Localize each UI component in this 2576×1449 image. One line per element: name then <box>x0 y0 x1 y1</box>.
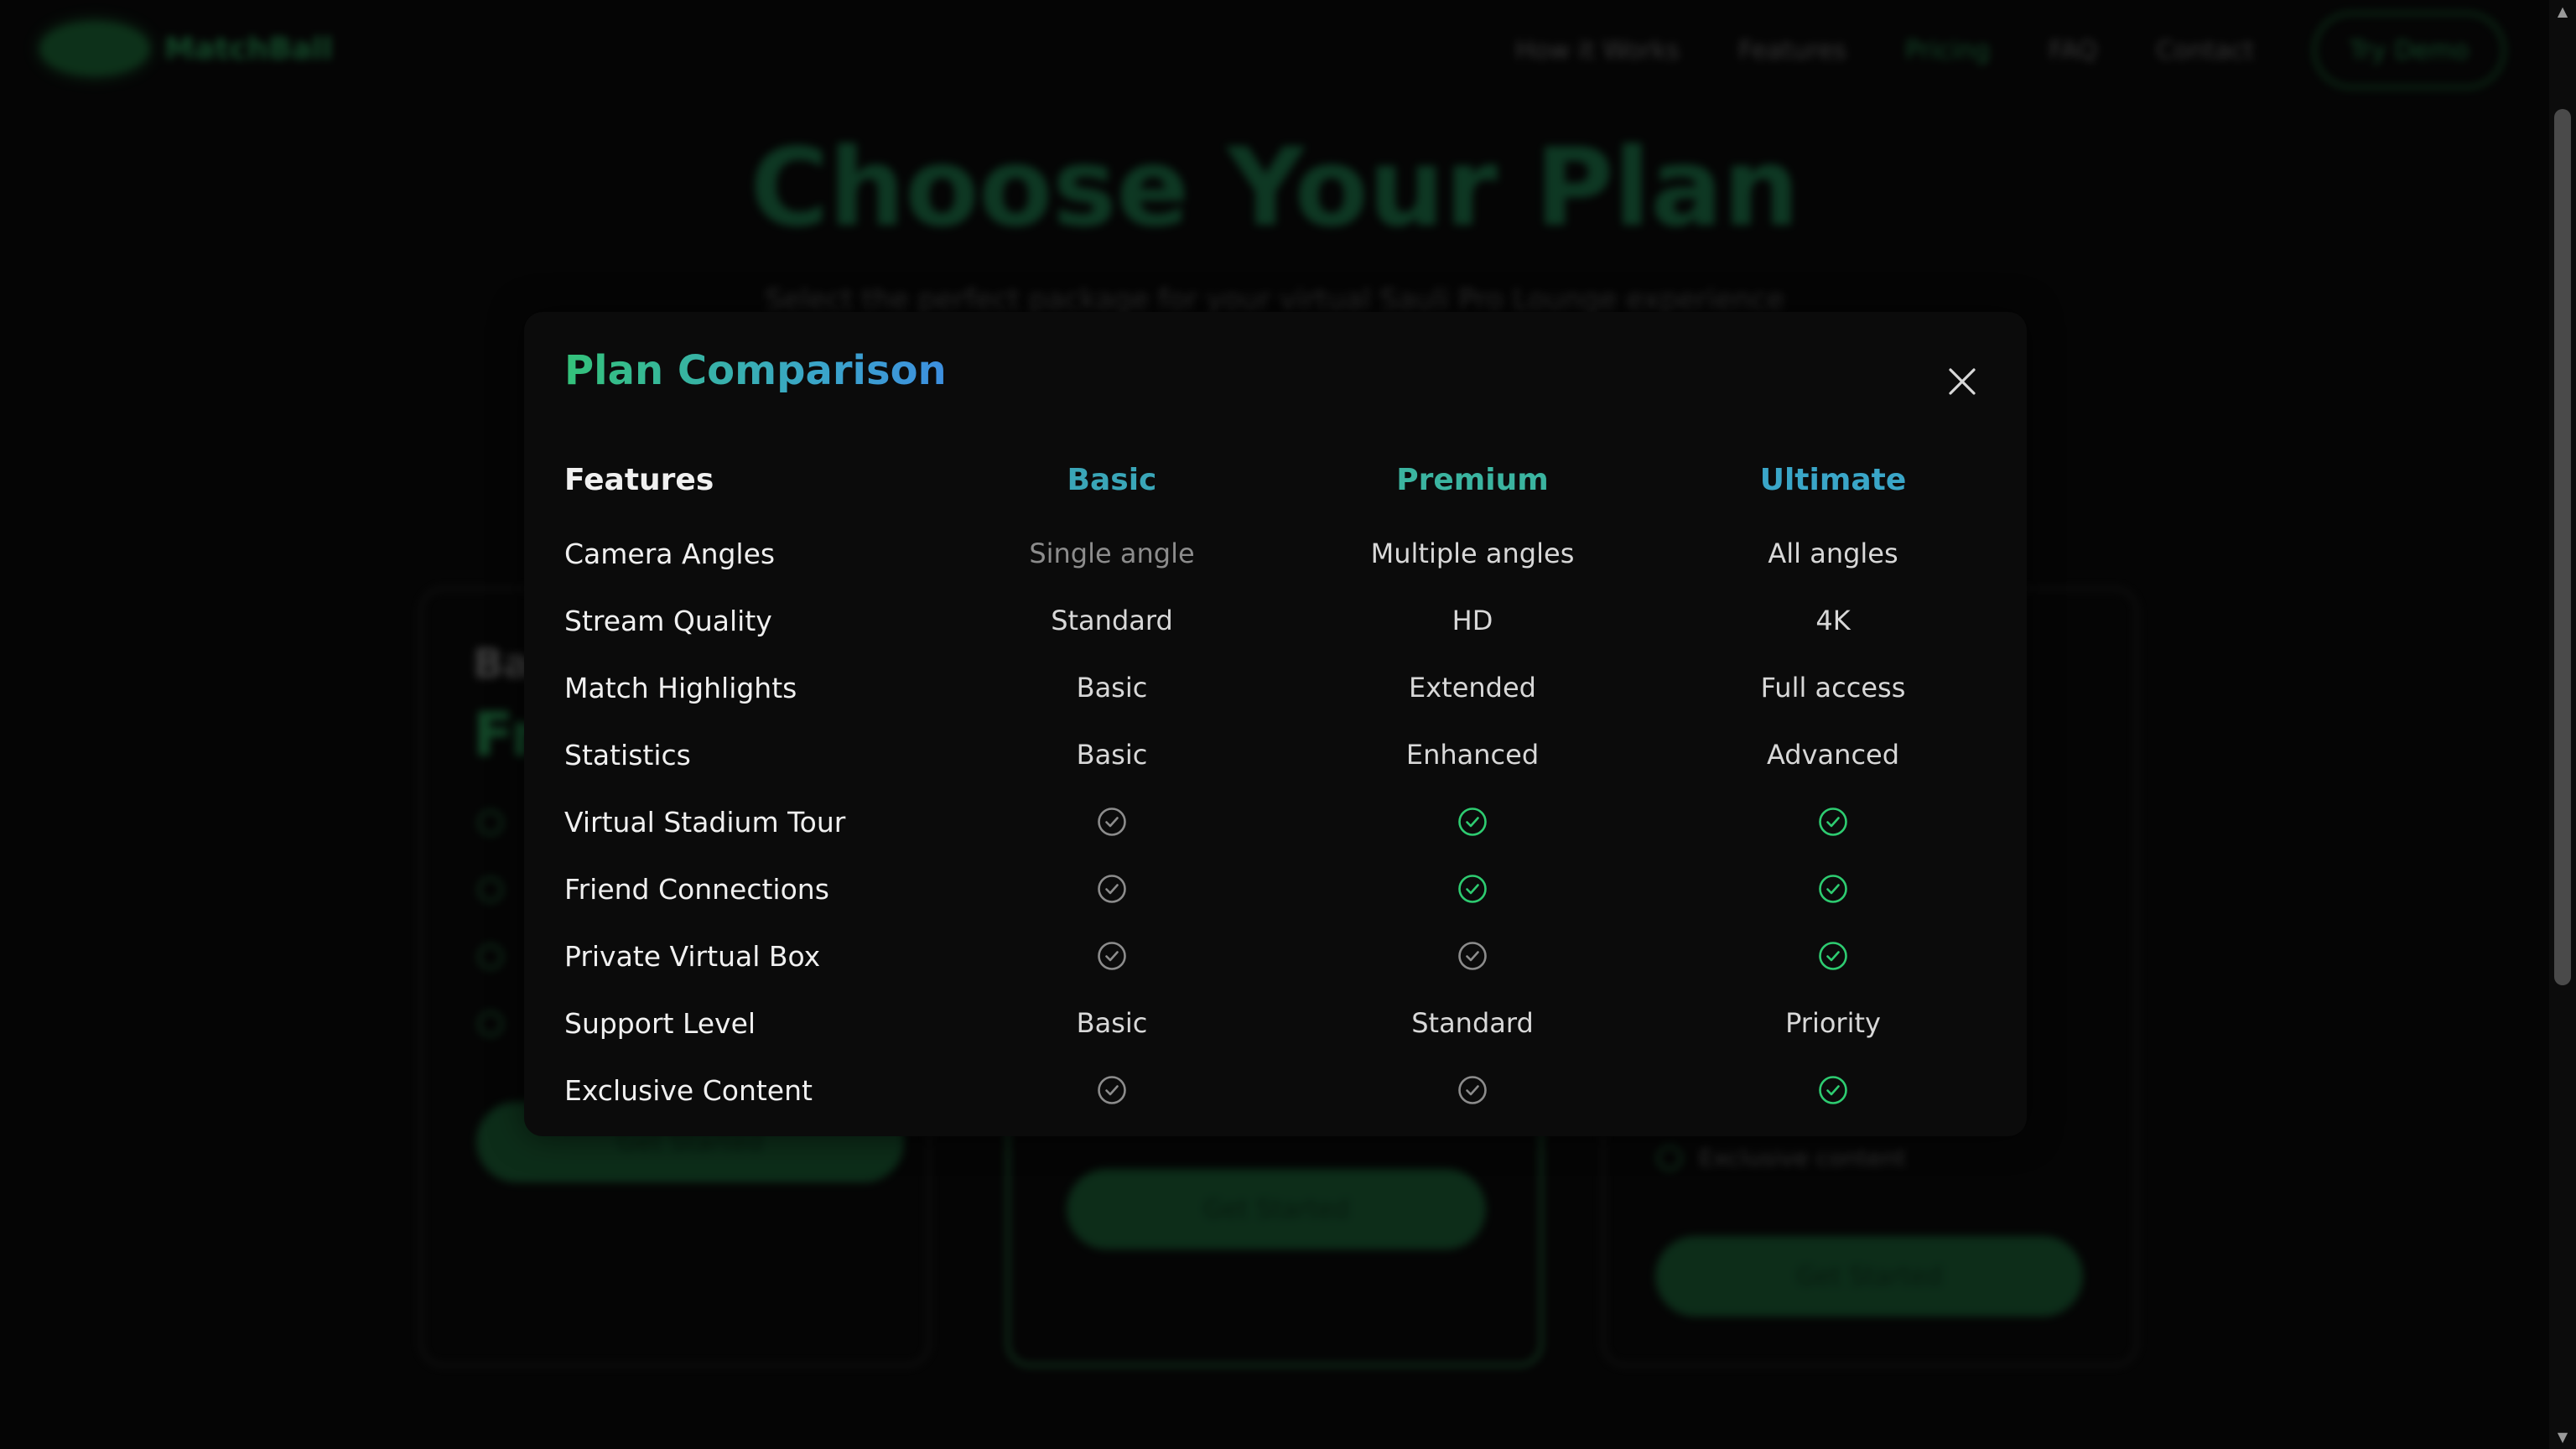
table-row: Support Level Basic Standard Priority <box>564 989 2013 1057</box>
check-circle-inactive-icon <box>1098 808 1126 836</box>
plan-check-premium <box>1292 807 1653 837</box>
feature-name: Exclusive Content <box>564 1073 813 1107</box>
table-row: Private Virtual Box <box>564 922 2013 989</box>
feature-name: Match Highlights <box>564 671 797 704</box>
plan-value-premium: HD <box>1452 605 1493 636</box>
check-circle-active-icon <box>1458 808 1487 836</box>
plan-value-premium: Multiple angles <box>1370 538 1575 569</box>
plan-value-basic: Basic <box>1076 739 1148 771</box>
brand-name: MatchBall <box>164 31 333 66</box>
logo[interactable]: MatchBall <box>40 22 333 75</box>
plan-check-basic <box>932 1075 1292 1105</box>
nav-links: How it Works Features Pricing FAQ Contac… <box>1515 12 2506 89</box>
close-button[interactable] <box>1941 361 1983 402</box>
plan-check-basic <box>932 941 1292 971</box>
plan-value-premium: Standard <box>1411 1007 1534 1039</box>
scroll-down-arrow-icon[interactable]: ▼ <box>2549 1426 2576 1449</box>
table-body: Camera Angles Single angle Multiple angles… <box>564 520 2013 1124</box>
nav-link-features[interactable]: Features <box>1738 36 1846 65</box>
nav-link-how-it-works[interactable]: How it Works <box>1515 36 1680 65</box>
plan-value-ultimate: Advanced <box>1766 739 1900 771</box>
table-row: Virtual Stadium Tour <box>564 788 2013 855</box>
plan-check-premium <box>1292 941 1653 971</box>
check-circle-inactive-icon <box>1098 1076 1126 1104</box>
get-started-button[interactable]: Get Started <box>1067 1169 1486 1249</box>
feature-check-icon <box>478 1011 503 1036</box>
feature-name: Private Virtual Box <box>564 939 821 973</box>
plan-check-ultimate <box>1653 1075 2013 1105</box>
plan-comparison-modal: Plan Comparison Features Basic Premium U… <box>524 312 2027 1136</box>
plan-value-basic: Standard <box>1051 605 1173 636</box>
plan-value-basic: Basic <box>1076 672 1148 704</box>
check-circle-inactive-icon <box>1458 1076 1487 1104</box>
modal-title: Plan Comparison <box>564 347 947 394</box>
table-row: Exclusive Content <box>564 1057 2013 1124</box>
plan-check-ultimate <box>1653 941 2013 971</box>
feature-name: Statistics <box>564 738 691 771</box>
scroll-thumb[interactable] <box>2554 109 2571 985</box>
table-row: Match Highlights Basic Extended Full access <box>564 654 2013 721</box>
nav-link-faq[interactable]: FAQ <box>2049 36 2097 65</box>
check-circle-inactive-icon <box>1098 875 1126 903</box>
check-circle-inactive-icon <box>1458 942 1487 970</box>
check-circle-active-icon <box>1819 942 1847 970</box>
plan-value-basic: Single angle <box>1029 538 1195 569</box>
table-row: Stream Quality Standard HD 4K <box>564 587 2013 654</box>
top-nav: MatchBall How it Works Features Pricing … <box>0 0 2549 101</box>
plan-value-ultimate: Priority <box>1785 1007 1881 1039</box>
plan-check-premium <box>1292 874 1653 904</box>
feature-check-icon <box>478 877 503 902</box>
feature-check-icon <box>1657 1145 1682 1171</box>
plan-value-basic: Basic <box>1076 1007 1148 1039</box>
check-circle-active-icon <box>1458 875 1487 903</box>
feature-name: Support Level <box>564 1006 756 1040</box>
check-circle-active-icon <box>1819 875 1847 903</box>
nav-link-pricing[interactable]: Pricing <box>1905 36 1990 65</box>
plan-value-ultimate: Full access <box>1760 672 1906 704</box>
nav-link-contact[interactable]: Contact <box>2156 36 2254 65</box>
feature-name: Friend Connections <box>564 872 829 906</box>
plan-column-header-ultimate: Ultimate <box>1759 462 1907 497</box>
plan-column-header-basic: Basic <box>1067 462 1157 497</box>
plan-check-ultimate <box>1653 874 2013 904</box>
check-circle-active-icon <box>1819 1076 1847 1104</box>
plan-check-basic <box>932 807 1292 837</box>
feature-name: Stream Quality <box>564 604 772 637</box>
table-header-row: Features Basic Premium Ultimate <box>564 439 2013 520</box>
plan-check-premium <box>1292 1075 1653 1105</box>
table-row: Statistics Basic Enhanced Advanced <box>564 721 2013 788</box>
plan-value-premium: Enhanced <box>1405 739 1540 771</box>
comparison-table: Features Basic Premium Ultimate Camera A… <box>564 439 2013 1124</box>
features-column-header: Features <box>564 462 714 497</box>
scroll-up-arrow-icon[interactable]: ▲ <box>2549 0 2576 23</box>
plan-check-basic <box>932 874 1292 904</box>
vertical-scrollbar[interactable]: ▲ ▼ <box>2549 0 2576 1449</box>
get-started-button[interactable]: Get Started <box>1655 1236 2083 1317</box>
plan-feature-text: Exclusive content <box>1699 1144 1906 1171</box>
feature-name: Virtual Stadium Tour <box>564 805 846 839</box>
plan-check-ultimate <box>1653 807 2013 837</box>
check-circle-active-icon <box>1819 808 1847 836</box>
page: MatchBall How it Works Features Pricing … <box>0 0 2576 1449</box>
feature-check-icon <box>478 944 503 969</box>
table-row: Camera Angles Single angle Multiple angles… <box>564 520 2013 587</box>
table-row: Friend Connections <box>564 855 2013 922</box>
close-icon <box>1949 368 1976 395</box>
plan-column-header-premium: Premium <box>1396 462 1549 497</box>
plan-value-ultimate: 4K <box>1815 605 1851 636</box>
try-demo-button[interactable]: Try Demo <box>2313 12 2506 89</box>
plan-value-premium: Extended <box>1409 672 1536 704</box>
check-circle-inactive-icon <box>1098 942 1126 970</box>
feature-check-icon <box>478 810 503 835</box>
plan-value-ultimate: All angles <box>1768 538 1898 569</box>
page-title: Choose Your Plan <box>750 126 1800 251</box>
feature-name: Camera Angles <box>564 537 776 570</box>
logo-icon <box>40 22 149 75</box>
